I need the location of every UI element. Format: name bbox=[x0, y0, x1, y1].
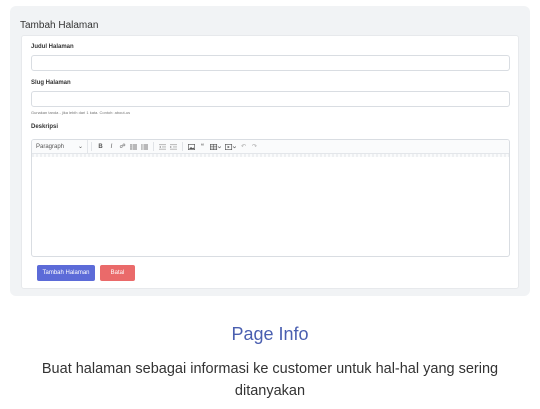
info-description: Buat halaman sebagai informasi ke custom… bbox=[41, 361, 499, 399]
rich-text-editor[interactable]: Paragraph ⌄ B I ☍ “ ↶ ↷ bbox=[31, 139, 510, 257]
batal-button[interactable]: Batal bbox=[100, 265, 135, 281]
editor-toolbar: Paragraph ⌄ B I ☍ “ ↶ ↷ bbox=[32, 140, 509, 154]
italic-icon[interactable]: I bbox=[106, 140, 117, 153]
toolbar-edge bbox=[32, 154, 509, 157]
slug-input[interactable] bbox=[31, 91, 510, 107]
slug-label: Slug Halaman bbox=[31, 80, 71, 86]
chevron-down-icon: ⌄ bbox=[77, 144, 83, 150]
bold-icon[interactable]: B bbox=[95, 140, 106, 153]
paragraph-select-value: Paragraph bbox=[36, 143, 65, 150]
toolbar-divider bbox=[153, 142, 154, 151]
add-page-card: Tambah Halaman Judul Halaman Slug Halama… bbox=[10, 6, 530, 296]
media-icon[interactable] bbox=[223, 140, 238, 153]
deskripsi-label: Deskripsi bbox=[31, 124, 59, 130]
paragraph-select[interactable]: Paragraph ⌄ bbox=[32, 140, 88, 153]
indent-icon[interactable] bbox=[168, 140, 179, 153]
form-panel: Judul Halaman Slug Halaman Gunakan tanda… bbox=[21, 35, 519, 289]
judul-label: Judul Halaman bbox=[31, 44, 74, 50]
info-title: Page Info bbox=[231, 324, 309, 344]
table-icon[interactable] bbox=[208, 140, 223, 153]
judul-input[interactable] bbox=[31, 55, 510, 71]
undo-icon[interactable]: ↶ bbox=[238, 140, 249, 153]
numbered-list-icon[interactable] bbox=[139, 140, 150, 153]
bulleted-list-icon[interactable] bbox=[128, 140, 139, 153]
outdent-icon[interactable] bbox=[157, 140, 168, 153]
image-icon[interactable] bbox=[186, 140, 197, 153]
blockquote-icon[interactable]: “ bbox=[197, 140, 208, 153]
slug-hint: Gunakan tanda - jika lebih dari 1 kata. … bbox=[31, 110, 131, 115]
toolbar-divider bbox=[91, 142, 92, 151]
card-title: Tambah Halaman bbox=[20, 20, 99, 31]
redo-icon[interactable]: ↷ bbox=[249, 140, 260, 153]
toolbar-divider bbox=[182, 142, 183, 151]
tambah-halaman-button[interactable]: Tambah Halaman bbox=[37, 265, 95, 281]
link-icon[interactable]: ☍ bbox=[117, 140, 128, 153]
